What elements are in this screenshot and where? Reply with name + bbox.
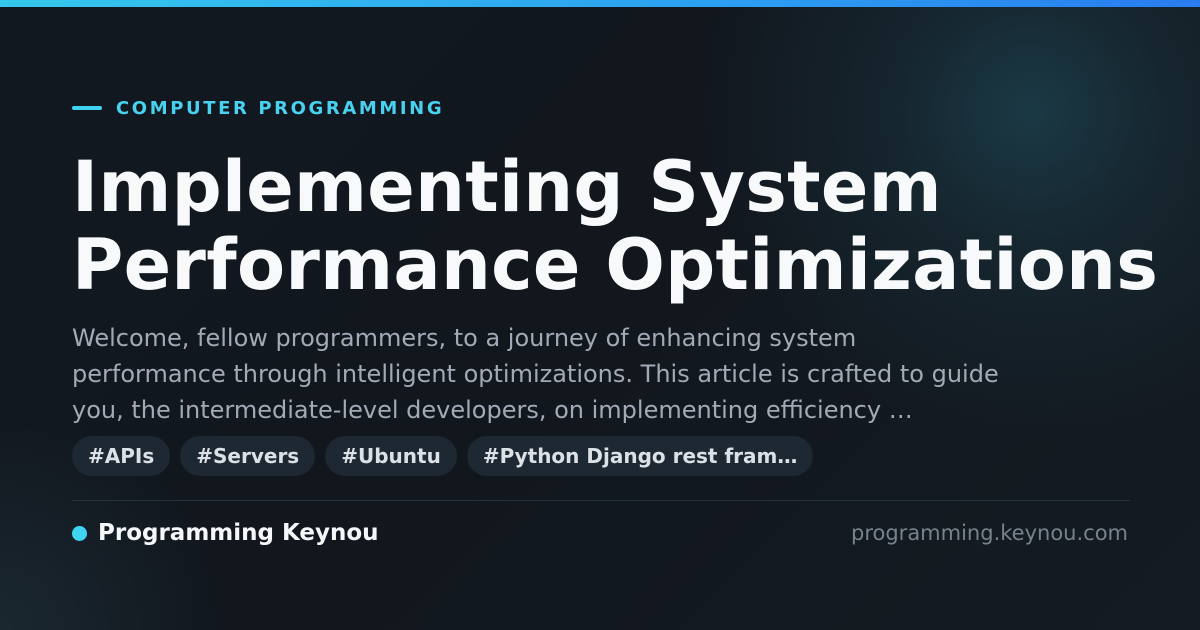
brand-dot-icon [72, 525, 87, 541]
category-eyebrow: COMPUTER PROGRAMMING [72, 96, 444, 120]
tag-servers[interactable]: #Servers [180, 436, 316, 476]
excerpt-line: you, the intermediate-level developers, … [72, 396, 913, 424]
site-domain: programming.keynou.com [851, 521, 1128, 545]
category-label: COMPUTER PROGRAMMING [116, 97, 445, 119]
article-excerpt: Welcome, fellow programmers, to a journe… [72, 320, 1132, 428]
accent-dash [72, 106, 102, 110]
tag-list: #APIs #Servers #Ubuntu #Python Django re… [72, 436, 814, 476]
tag-python-django[interactable]: #Python Django rest fram… [466, 436, 814, 476]
tag-apis[interactable]: #APIs [72, 436, 171, 476]
title-line: Implementing System [72, 146, 942, 228]
brand: Programming Keynou [72, 518, 379, 548]
article-title: Implementing System Performance Optimiza… [72, 148, 1172, 304]
excerpt-line: Welcome, fellow programmers, to a journe… [72, 324, 857, 352]
tag-ubuntu[interactable]: #Ubuntu [325, 436, 457, 476]
top-accent-bar [0, 0, 1200, 7]
og-card: COMPUTER PROGRAMMING Implementing System… [0, 0, 1200, 630]
site-name: Programming Keynou [98, 520, 379, 546]
title-line: Performance Optimizations [72, 224, 1159, 306]
footer-divider [72, 500, 1130, 501]
excerpt-line: performance through intelligent optimiza… [72, 360, 999, 388]
